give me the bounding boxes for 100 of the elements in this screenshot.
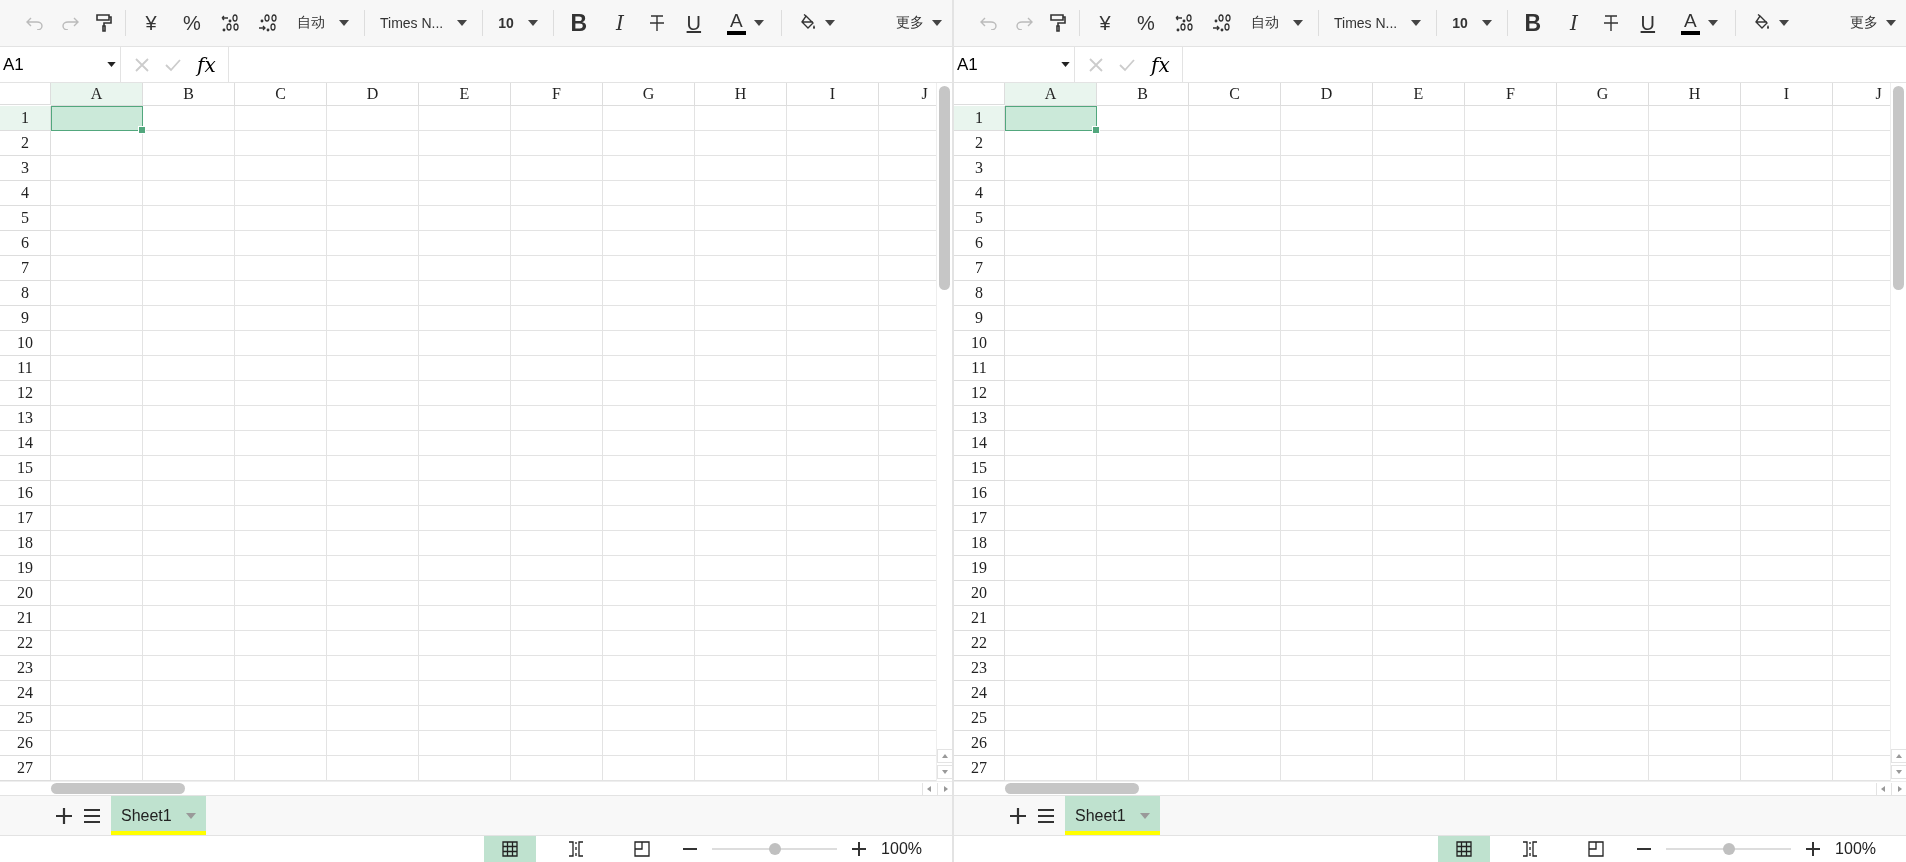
italic-button[interactable]: I <box>601 7 638 39</box>
sheet-tab[interactable]: Sheet1 <box>1065 796 1160 835</box>
row-header[interactable]: 3 <box>0 156 51 182</box>
row-header[interactable]: 8 <box>954 281 1005 307</box>
format-button[interactable]: ¥ <box>1087 7 1123 39</box>
more-button[interactable]: 更多 <box>1843 7 1902 39</box>
column-header[interactable]: B <box>1097 83 1189 107</box>
row-header[interactable]: 10 <box>954 331 1005 357</box>
row-header[interactable]: 27 <box>954 756 1005 782</box>
row-header[interactable]: 24 <box>0 681 51 707</box>
column-header[interactable]: A <box>51 83 143 107</box>
column-header[interactable]: F <box>511 83 603 107</box>
scroll-up-icon[interactable] <box>1890 749 1906 764</box>
row-header[interactable]: 21 <box>954 606 1005 632</box>
scroll-down-icon[interactable] <box>936 765 952 780</box>
row-header[interactable]: 12 <box>954 381 1005 407</box>
column-header[interactable]: H <box>695 83 787 107</box>
font-color-button[interactable]: A <box>716 7 774 39</box>
selected-cell[interactable] <box>1005 106 1097 132</box>
column-header[interactable]: D <box>327 83 419 107</box>
underline-button[interactable]: U <box>675 7 712 39</box>
format-button[interactable]: % <box>174 7 210 39</box>
column-header[interactable]: H <box>1649 83 1741 107</box>
row-header[interactable]: 26 <box>0 731 51 757</box>
column-header[interactable]: C <box>1189 83 1281 107</box>
row-header[interactable]: 25 <box>954 706 1005 732</box>
row-header[interactable]: 18 <box>954 531 1005 557</box>
dropdown[interactable]: 10 <box>490 7 546 39</box>
bold-button[interactable]: B <box>560 7 597 39</box>
column-header[interactable]: G <box>1557 83 1649 107</box>
row-header[interactable]: 6 <box>954 231 1005 257</box>
scroll-down-icon[interactable] <box>1890 765 1906 780</box>
row-header[interactable]: 15 <box>0 456 51 482</box>
row-header[interactable]: 10 <box>0 331 51 357</box>
row-header[interactable]: 7 <box>0 256 51 282</box>
normal-view-button[interactable] <box>484 836 537 862</box>
add-sheet-icon[interactable] <box>55 806 73 825</box>
row-header[interactable]: 19 <box>0 556 51 582</box>
confirm-icon[interactable] <box>1119 57 1135 72</box>
sheet-tab[interactable]: Sheet1 <box>111 796 206 835</box>
scrollbar-thumb[interactable] <box>51 783 185 795</box>
name-box[interactable]: A1 <box>0 47 121 83</box>
row-header[interactable]: 11 <box>0 356 51 382</box>
row-header[interactable]: 9 <box>954 306 1005 332</box>
row-header[interactable]: 21 <box>0 606 51 632</box>
column-header[interactable]: E <box>419 83 511 107</box>
confirm-icon[interactable] <box>165 57 181 72</box>
column-header[interactable]: E <box>1373 83 1465 107</box>
column-header[interactable]: I <box>787 83 879 107</box>
row-header[interactable]: 15 <box>954 456 1005 482</box>
format-button[interactable]: % <box>1128 7 1164 39</box>
function-button[interactable]: fx <box>197 52 216 77</box>
row-header[interactable]: 11 <box>954 356 1005 382</box>
row-header[interactable]: 2 <box>954 131 1005 157</box>
row-header[interactable]: 18 <box>0 531 51 557</box>
row-header[interactable]: 4 <box>954 181 1005 207</box>
row-header[interactable]: 13 <box>0 406 51 432</box>
zoom-in-icon[interactable] <box>1805 841 1822 857</box>
dropdown[interactable]: 自动 <box>1243 7 1311 39</box>
row-header[interactable]: 9 <box>0 306 51 332</box>
row-header[interactable]: 17 <box>0 506 51 532</box>
zoom-slider-thumb[interactable] <box>768 843 781 855</box>
row-header[interactable]: 22 <box>954 631 1005 657</box>
row-header[interactable]: 16 <box>954 481 1005 507</box>
dropdown[interactable]: Times N... <box>1326 7 1430 39</box>
scrollbar-thumb[interactable] <box>1893 86 1904 291</box>
add-sheet-icon[interactable] <box>1009 806 1027 825</box>
scroll-up-icon[interactable] <box>936 749 952 764</box>
normal-view-button[interactable] <box>1438 836 1491 862</box>
row-header[interactable]: 4 <box>0 181 51 207</box>
scrollbar-thumb[interactable] <box>939 86 950 291</box>
row-header[interactable]: 13 <box>954 406 1005 432</box>
row-header[interactable]: 6 <box>0 231 51 257</box>
underline-button[interactable]: U <box>1629 7 1666 39</box>
column-header[interactable]: C <box>235 83 327 107</box>
row-header[interactable]: 26 <box>954 731 1005 757</box>
row-header[interactable]: 20 <box>954 581 1005 607</box>
column-header[interactable]: G <box>603 83 695 107</box>
dropdown[interactable]: 自动 <box>289 7 357 39</box>
row-header[interactable]: 16 <box>0 481 51 507</box>
row-header[interactable]: 24 <box>954 681 1005 707</box>
row-header[interactable]: 14 <box>954 431 1005 457</box>
menu-icon[interactable] <box>1037 807 1055 824</box>
format-button[interactable]: ¥ <box>133 7 169 39</box>
zoom-in-icon[interactable] <box>851 841 868 857</box>
row-header[interactable]: 5 <box>954 206 1005 232</box>
function-button[interactable]: fx <box>1151 52 1170 77</box>
column-header[interactable]: A <box>1005 83 1097 107</box>
cancel-icon[interactable] <box>1089 57 1103 72</box>
column-header[interactable]: D <box>1281 83 1373 107</box>
italic-button[interactable]: I <box>1555 7 1592 39</box>
row-header[interactable]: 25 <box>0 706 51 732</box>
column-header[interactable]: F <box>1465 83 1557 107</box>
row-header[interactable]: 1 <box>0 106 51 132</box>
row-header[interactable]: 2 <box>0 131 51 157</box>
scrollbar-thumb[interactable] <box>1005 783 1139 795</box>
row-header[interactable]: 8 <box>0 281 51 307</box>
row-header[interactable]: 23 <box>0 656 51 682</box>
row-header[interactable]: 12 <box>0 381 51 407</box>
row-header[interactable]: 20 <box>0 581 51 607</box>
